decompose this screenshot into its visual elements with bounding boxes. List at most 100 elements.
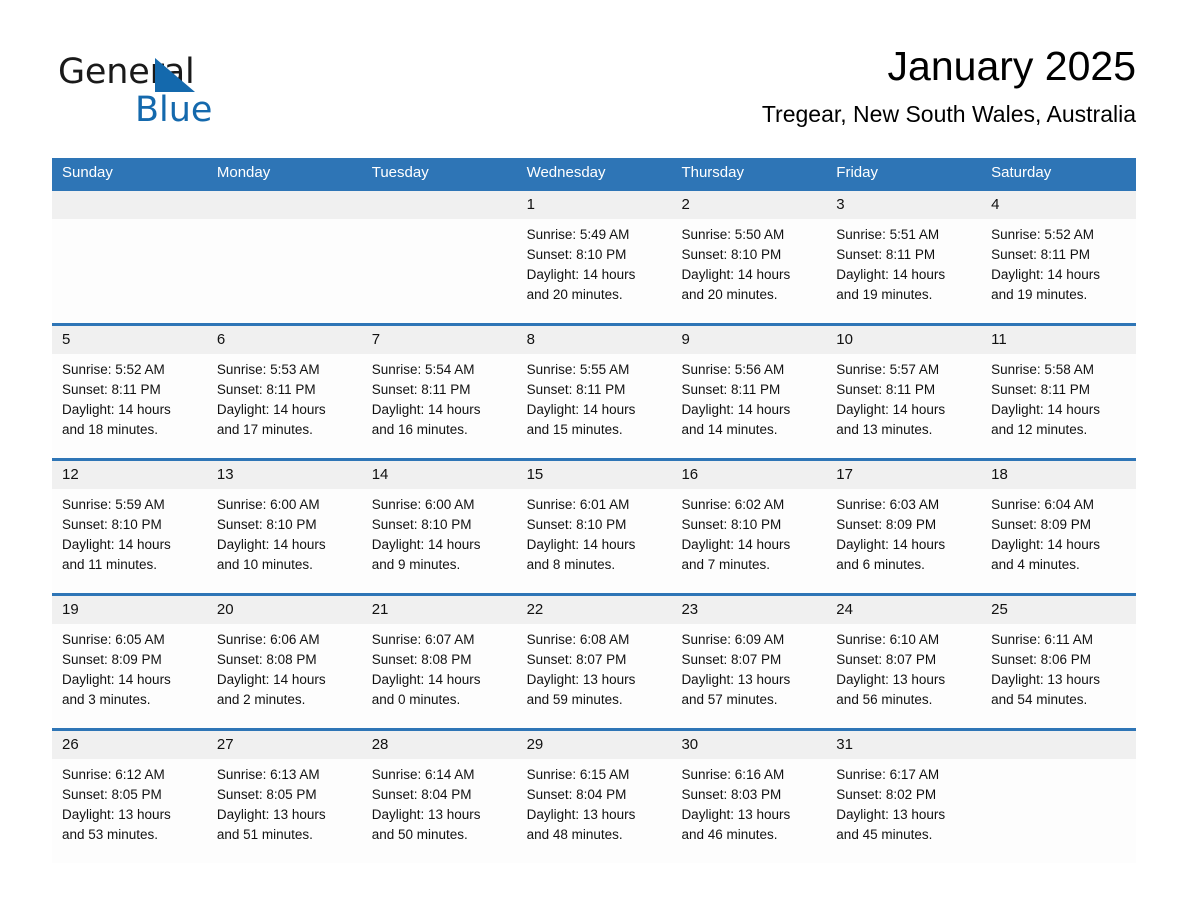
calendar-day-cell[interactable]: 31 Sunrise: 6:17 AM Sunset: 8:02 PM Dayligh… (826, 731, 982, 863)
calendar-day-cell[interactable]: 1 Sunrise: 5:49 AM Sunset: 8:10 PM Daylight… (516, 191, 672, 323)
day-number: 25 (991, 601, 1008, 618)
day-number-band: 28 (361, 731, 517, 759)
day-detail-line: Sunrise: 5:53 AM (216, 362, 320, 377)
calendar-day-cell[interactable]: 22 Sunrise: 6:08 AM Sunset: 8:07 PM Dayligh… (516, 596, 672, 728)
calendar-day-cell[interactable]: 24 Sunrise: 6:10 AM Sunset: 8:07 PM Dayligh… (826, 596, 982, 728)
day-detail-line: Sunset: 8:02 PM (836, 787, 937, 802)
day-number-band: 20 (206, 596, 362, 624)
day-number: 30 (681, 736, 699, 753)
calendar-day-cell[interactable]: 25 Sunrise: 6:11 AM Sunset: 8:06 PM Dayligh… (981, 596, 1137, 728)
day-number-band: 21 (361, 596, 517, 624)
day-number-band: 18 (981, 461, 1137, 489)
day-detail-line: and 59 minutes. (526, 692, 623, 707)
day-detail-line: and 6 minutes. (836, 557, 925, 572)
day-detail-line: and 16 minutes. (371, 422, 468, 437)
calendar-day-cell[interactable]: 11 Sunrise: 5:58 AM Sunset: 8:11 PM Dayligh… (981, 326, 1137, 458)
day-details (207, 219, 362, 225)
day-number-band (52, 191, 207, 219)
day-detail-line: Sunrise: 6:06 AM (216, 632, 320, 647)
day-number-band: 5 (52, 326, 207, 354)
calendar-day-cell[interactable]: 30 Sunrise: 6:16 AM Sunset: 8:03 PM Dayligh… (671, 731, 827, 863)
day-detail-line: Sunrise: 5:52 AM (991, 227, 1094, 242)
day-number-band: 30 (671, 731, 827, 759)
day-details: Sunrise: 6:12 AM Sunset: 8:05 PM Daylight:… (52, 759, 207, 845)
day-number-band: 31 (826, 731, 982, 759)
day-detail-line: Daylight: 13 hours (216, 807, 326, 822)
day-number-band (206, 191, 362, 219)
day-number: 21 (371, 601, 389, 618)
day-number: 29 (526, 736, 544, 753)
day-detail-line: Daylight: 14 hours (991, 402, 1100, 417)
day-detail-line: Sunset: 8:10 PM (371, 517, 472, 532)
logo-text-blue: Blue (135, 90, 213, 130)
day-number: 24 (836, 601, 853, 618)
day-number-band: 13 (206, 461, 362, 489)
day-details: Sunrise: 6:03 AM Sunset: 8:09 PM Daylight:… (826, 489, 981, 575)
day-details: Sunrise: 5:57 AM Sunset: 8:11 PM Daylight:… (826, 354, 981, 440)
generalblue-logo[interactable]: General Blue (58, 52, 338, 138)
day-detail-line: Sunset: 8:07 PM (681, 652, 782, 667)
weekday-header-wednesday: Wednesday (526, 164, 606, 181)
day-number-band: 27 (206, 731, 362, 759)
calendar-day-cell[interactable]: 12 Sunrise: 5:59 AM Sunset: 8:10 PM Dayligh… (52, 461, 207, 593)
calendar-day-cell[interactable]: 13 Sunrise: 6:00 AM Sunset: 8:10 PM Dayligh… (206, 461, 362, 593)
day-detail-line: and 50 minutes. (371, 827, 468, 842)
calendar-day-cell[interactable]: 9 Sunrise: 5:56 AM Sunset: 8:11 PM Daylight… (671, 326, 827, 458)
calendar-day-cell[interactable]: 28 Sunrise: 6:14 AM Sunset: 8:04 PM Dayligh… (361, 731, 517, 863)
calendar-day-cell[interactable]: 29 Sunrise: 6:15 AM Sunset: 8:04 PM Dayligh… (516, 731, 672, 863)
day-detail-line: Sunrise: 5:54 AM (371, 362, 475, 377)
day-number-band: 25 (981, 596, 1137, 624)
day-detail-line: Sunrise: 5:52 AM (62, 362, 165, 377)
calendar-day-cell[interactable]: 2 Sunrise: 5:50 AM Sunset: 8:10 PM Daylight… (671, 191, 827, 323)
calendar-day-cell[interactable]: 3 Sunrise: 5:51 AM Sunset: 8:11 PM Daylight… (826, 191, 982, 323)
day-details: Sunrise: 6:13 AM Sunset: 8:05 PM Daylight:… (207, 759, 362, 845)
day-detail-line: Sunset: 8:11 PM (836, 247, 936, 262)
calendar-day-cell[interactable]: 20 Sunrise: 6:06 AM Sunset: 8:08 PM Dayligh… (206, 596, 362, 728)
weekday-header-monday: Monday (216, 164, 271, 181)
calendar-day-cell[interactable]: 18 Sunrise: 6:04 AM Sunset: 8:09 PM Dayligh… (981, 461, 1137, 593)
day-detail-line: Sunset: 8:11 PM (991, 247, 1090, 262)
logo-triangle-icon (155, 58, 195, 92)
calendar-day-cell[interactable]: 8 Sunrise: 5:55 AM Sunset: 8:11 PM Daylight… (516, 326, 672, 458)
day-number: 11 (991, 331, 1007, 348)
day-detail-line: Sunrise: 5:57 AM (836, 362, 940, 377)
day-detail-line: and 3 minutes. (62, 692, 151, 707)
day-number: 20 (216, 601, 234, 618)
calendar-day-cell[interactable]: 7 Sunrise: 5:54 AM Sunset: 8:11 PM Daylight… (361, 326, 517, 458)
calendar-day-cell[interactable]: 17 Sunrise: 6:03 AM Sunset: 8:09 PM Dayligh… (826, 461, 982, 593)
day-details: Sunrise: 6:07 AM Sunset: 8:08 PM Daylight:… (362, 624, 517, 710)
calendar-day-cell[interactable]: 10 Sunrise: 5:57 AM Sunset: 8:11 PM Dayligh… (826, 326, 982, 458)
day-detail-line: Sunset: 8:10 PM (526, 517, 627, 532)
calendar-day-cell[interactable]: 15 Sunrise: 6:01 AM Sunset: 8:10 PM Dayligh… (516, 461, 672, 593)
calendar-day-cell[interactable]: 23 Sunrise: 6:09 AM Sunset: 8:07 PM Dayligh… (671, 596, 827, 728)
calendar-day-cell[interactable]: 27 Sunrise: 6:13 AM Sunset: 8:05 PM Dayligh… (206, 731, 362, 863)
day-number: 10 (836, 331, 853, 348)
day-detail-line: Sunrise: 6:05 AM (62, 632, 165, 647)
day-detail-line: Sunrise: 6:09 AM (681, 632, 785, 647)
calendar-day-cell[interactable]: 5 Sunrise: 5:52 AM Sunset: 8:11 PM Daylight… (52, 326, 207, 458)
calendar-day-cell[interactable]: 21 Sunrise: 6:07 AM Sunset: 8:08 PM Dayligh… (361, 596, 517, 728)
day-details: Sunrise: 6:15 AM Sunset: 8:04 PM Daylight:… (517, 759, 672, 845)
day-detail-line: and 19 minutes. (836, 287, 933, 302)
day-detail-line: Daylight: 13 hours (681, 807, 791, 822)
day-detail-line: and 0 minutes. (371, 692, 461, 707)
calendar-day-cell[interactable]: 16 Sunrise: 6:02 AM Sunset: 8:10 PM Dayligh… (671, 461, 827, 593)
calendar-day-cell[interactable]: 4 Sunrise: 5:52 AM Sunset: 8:11 PM Daylight… (981, 191, 1137, 323)
day-number: 28 (371, 736, 389, 753)
day-detail-line: Sunrise: 6:01 AM (526, 497, 630, 512)
day-detail-line: and 17 minutes. (216, 422, 313, 437)
day-detail-line: and 7 minutes. (681, 557, 770, 572)
day-number: 14 (371, 466, 389, 483)
day-number: 27 (216, 736, 234, 753)
calendar-day-cell[interactable]: 6 Sunrise: 5:53 AM Sunset: 8:11 PM Daylight… (206, 326, 362, 458)
calendar-day-cell[interactable]: 19 Sunrise: 6:05 AM Sunset: 8:09 PM Dayligh… (52, 596, 207, 728)
day-number-band: 12 (52, 461, 207, 489)
calendar-day-cell[interactable]: 14 Sunrise: 6:00 AM Sunset: 8:10 PM Dayligh… (361, 461, 517, 593)
day-detail-line: and 18 minutes. (62, 422, 159, 437)
calendar-day-cell[interactable]: 26 Sunrise: 6:12 AM Sunset: 8:05 PM Dayligh… (52, 731, 207, 863)
day-details: Sunrise: 6:09 AM Sunset: 8:07 PM Daylight:… (671, 624, 826, 710)
day-detail-line: Sunrise: 5:55 AM (526, 362, 630, 377)
day-detail-line: Sunset: 8:10 PM (526, 247, 627, 262)
day-number-band: 8 (516, 326, 672, 354)
day-detail-line: Daylight: 14 hours (371, 537, 481, 552)
